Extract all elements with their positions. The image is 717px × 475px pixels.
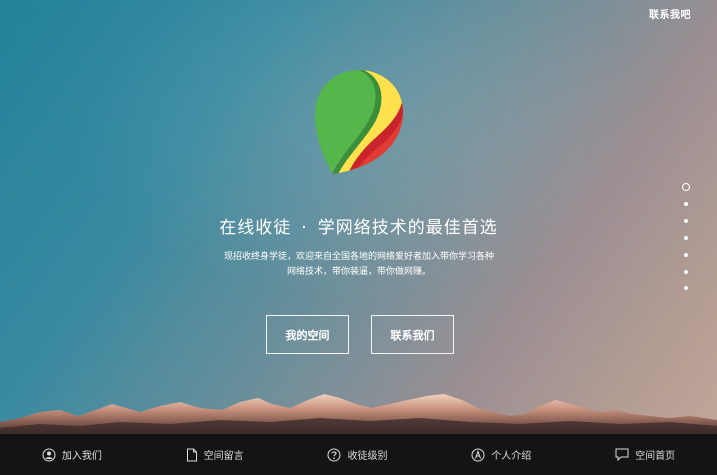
nav-guestbook[interactable]: 空间留言: [186, 447, 244, 462]
nav-join-us[interactable]: 加入我们: [42, 447, 102, 462]
page-dot-6[interactable]: [684, 270, 688, 274]
hero-title-left: 在线收徒: [219, 218, 292, 238]
chat-icon: [615, 448, 629, 461]
nav-apprentice-level[interactable]: 收徒级别: [327, 447, 387, 462]
nav-join-us-label: 加入我们: [61, 451, 102, 462]
page-dot-7[interactable]: [684, 286, 688, 290]
nav-home-label: 空间首页: [635, 451, 676, 462]
hero-title-right: 学网络技术的最佳首选: [317, 218, 498, 238]
hero-description: 现招收终身学徒，欢迎来自全国各地的网络爱好者加入带你学习各种网络技术，带你装逼，…: [224, 252, 495, 277]
hero-title: 在线收徒 · 学网络技术的最佳首选: [0, 213, 717, 238]
my-space-button[interactable]: 我的空间: [266, 315, 349, 354]
nav-apprentice-level-label: 收徒级别: [347, 451, 388, 462]
contact-me-link[interactable]: 联系我吧: [649, 6, 691, 21]
letter-a-icon: [471, 448, 485, 461]
nav-guestbook-label: 空间留言: [203, 451, 244, 462]
page-indicator: [682, 183, 692, 293]
page-dot-2[interactable]: [684, 202, 688, 206]
bottom-nav-bar: 加入我们 空间留言 收徒级别 个人介绍 空间首页: [0, 434, 717, 475]
contact-us-button[interactable]: 联系我们: [371, 315, 454, 354]
page-dot-3[interactable]: [684, 219, 688, 223]
mountain-range-image: [0, 394, 717, 438]
page-dot-4[interactable]: [684, 236, 688, 240]
document-icon: [186, 448, 197, 461]
user-icon: [42, 448, 56, 461]
nav-profile-label: 个人介绍: [491, 451, 532, 462]
hero-title-separator: ·: [301, 218, 308, 238]
nav-profile[interactable]: 个人介绍: [471, 447, 531, 462]
page-dot-1[interactable]: [682, 183, 690, 191]
page-dot-5[interactable]: [684, 253, 688, 257]
question-icon: [327, 448, 341, 461]
app-logo-icon: [315, 70, 403, 174]
nav-home[interactable]: 空间首页: [615, 447, 675, 462]
